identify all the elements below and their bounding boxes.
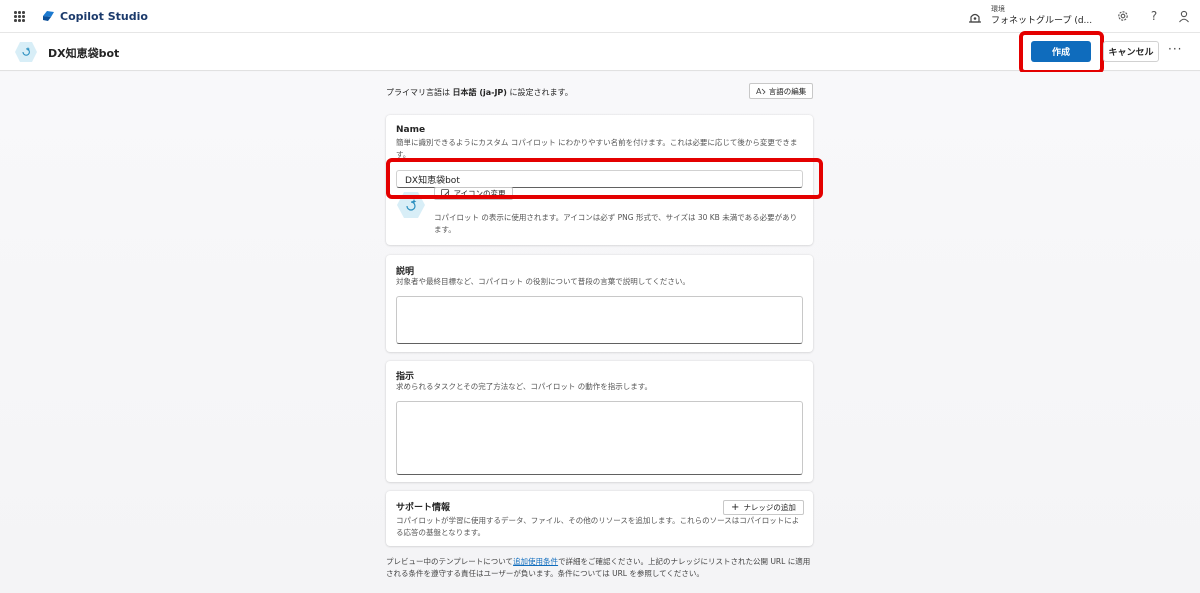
instructions-card: 指示 求められるタスクとその完了方法など、コパイロット の動作を指示します。 (386, 361, 813, 482)
environment-icon[interactable] (968, 10, 982, 24)
bot-title: DX知恵袋bot (48, 47, 120, 60)
support-card-title: サポート情報 (396, 503, 451, 513)
description-card: 説明 対象者や最終目標など、コパイロット の役割について普段の言葉で説明してくだ… (386, 255, 813, 352)
plus-icon: + (731, 501, 740, 513)
additional-terms-link[interactable]: 追加使用条件 (513, 557, 558, 566)
support-card: サポート情報 + ナレッジの追加 コパイロットが学習に使用するデータ、ファイル、… (386, 491, 813, 546)
settings-icon[interactable] (1116, 9, 1130, 23)
instructions-card-hint: 求められるタスクとその完了方法など、コパイロット の動作を指示します。 (396, 382, 653, 391)
cancel-button[interactable]: キャンセル (1103, 41, 1159, 62)
icon-description: コパイロット の表示に使用されます。アイコンは必ず PNG 形式で、サイズは 3… (434, 213, 798, 234)
bot-avatar-icon (15, 42, 37, 62)
description-textarea[interactable] (396, 296, 803, 344)
edit-language-button[interactable]: A 言語の編集 (749, 83, 813, 99)
app-name[interactable]: Copilot Studio (60, 10, 148, 23)
footer-text-before: プレビュー中のテンプレートについて (386, 557, 514, 566)
description-card-hint: 対象者や最終目標など、コパイロット の役割について普段の言葉で説明してください。 (396, 277, 690, 286)
edit-language-label: 言語の編集 (768, 86, 807, 96)
help-icon[interactable]: ? (1147, 9, 1161, 23)
language-icon: A (756, 87, 766, 96)
add-knowledge-label: ナレッジの追加 (743, 503, 796, 512)
copilot-logo-icon (43, 11, 54, 21)
highlight-name-input (386, 158, 823, 199)
name-card-title: Name (396, 125, 426, 135)
primary-language-text: プライマリ言語は 日本語 (ja-JP) に設定されます。 (386, 87, 573, 98)
more-options-icon[interactable]: ··· (1168, 42, 1182, 56)
top-app-bar: Copilot Studio 環境 フォネットグループ (d... ? (0, 0, 1200, 33)
svg-text:A: A (756, 87, 762, 96)
create-button[interactable]: 作成 (1031, 41, 1091, 62)
primary-language-prefix: プライマリ言語は (386, 88, 453, 97)
primary-language-suffix: に設定されます。 (506, 88, 573, 97)
preview-terms-note: プレビュー中のテンプレートについて追加使用条件で詳細をご確認ください。上記のナレ… (386, 556, 813, 580)
support-card-description: コパイロットが学習に使用するデータ、ファイル、その他のリソースを追加します。これ… (396, 516, 800, 537)
waffle-icon[interactable] (14, 11, 25, 22)
instructions-textarea[interactable] (396, 401, 803, 475)
primary-language-value: 日本語 (ja-JP) (452, 88, 507, 97)
add-knowledge-button[interactable]: + ナレッジの追加 (723, 500, 804, 515)
account-icon[interactable] (1177, 9, 1191, 23)
environment-picker[interactable]: フォネットグループ (d... (991, 13, 1092, 26)
